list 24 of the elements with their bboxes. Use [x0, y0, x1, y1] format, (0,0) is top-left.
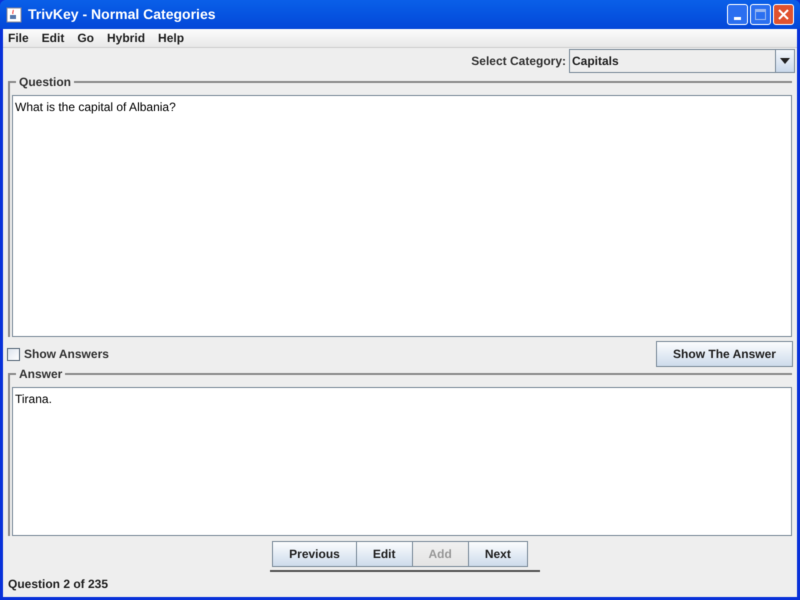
category-dropdown[interactable]: Capitals [569, 49, 795, 73]
maximize-button[interactable] [750, 4, 771, 25]
window-title: TrivKey - Normal Categories [28, 5, 216, 24]
checkbox-label: Show Answers [24, 346, 109, 363]
nav-button[interactable]: Previous [272, 541, 357, 567]
show-answer-button[interactable]: Show The Answer [656, 341, 793, 367]
menu-item[interactable]: Help [158, 29, 184, 47]
minimize-icon [734, 17, 741, 20]
nav-button[interactable]: Next [468, 541, 528, 567]
nav-button[interactable]: Edit [356, 541, 413, 567]
dropdown-arrow-icon [780, 58, 790, 64]
menu-item[interactable]: Edit [42, 29, 64, 47]
menu-item[interactable]: File [8, 29, 29, 47]
status-text: Question 2 of 235 [8, 577, 108, 591]
checkbox[interactable] [7, 348, 20, 360]
menu-item[interactable]: Hybrid [107, 29, 146, 47]
answer-area[interactable]: Tirana. [12, 387, 792, 536]
close-button[interactable] [773, 4, 794, 25]
close-icon [778, 9, 789, 20]
category-label: Select Category: [471, 53, 566, 70]
maximize-icon [755, 9, 766, 20]
minimize-button[interactable] [727, 4, 748, 25]
question-area[interactable]: What is the capital of Albania? [12, 95, 792, 337]
menu-item[interactable]: Go [77, 29, 94, 47]
